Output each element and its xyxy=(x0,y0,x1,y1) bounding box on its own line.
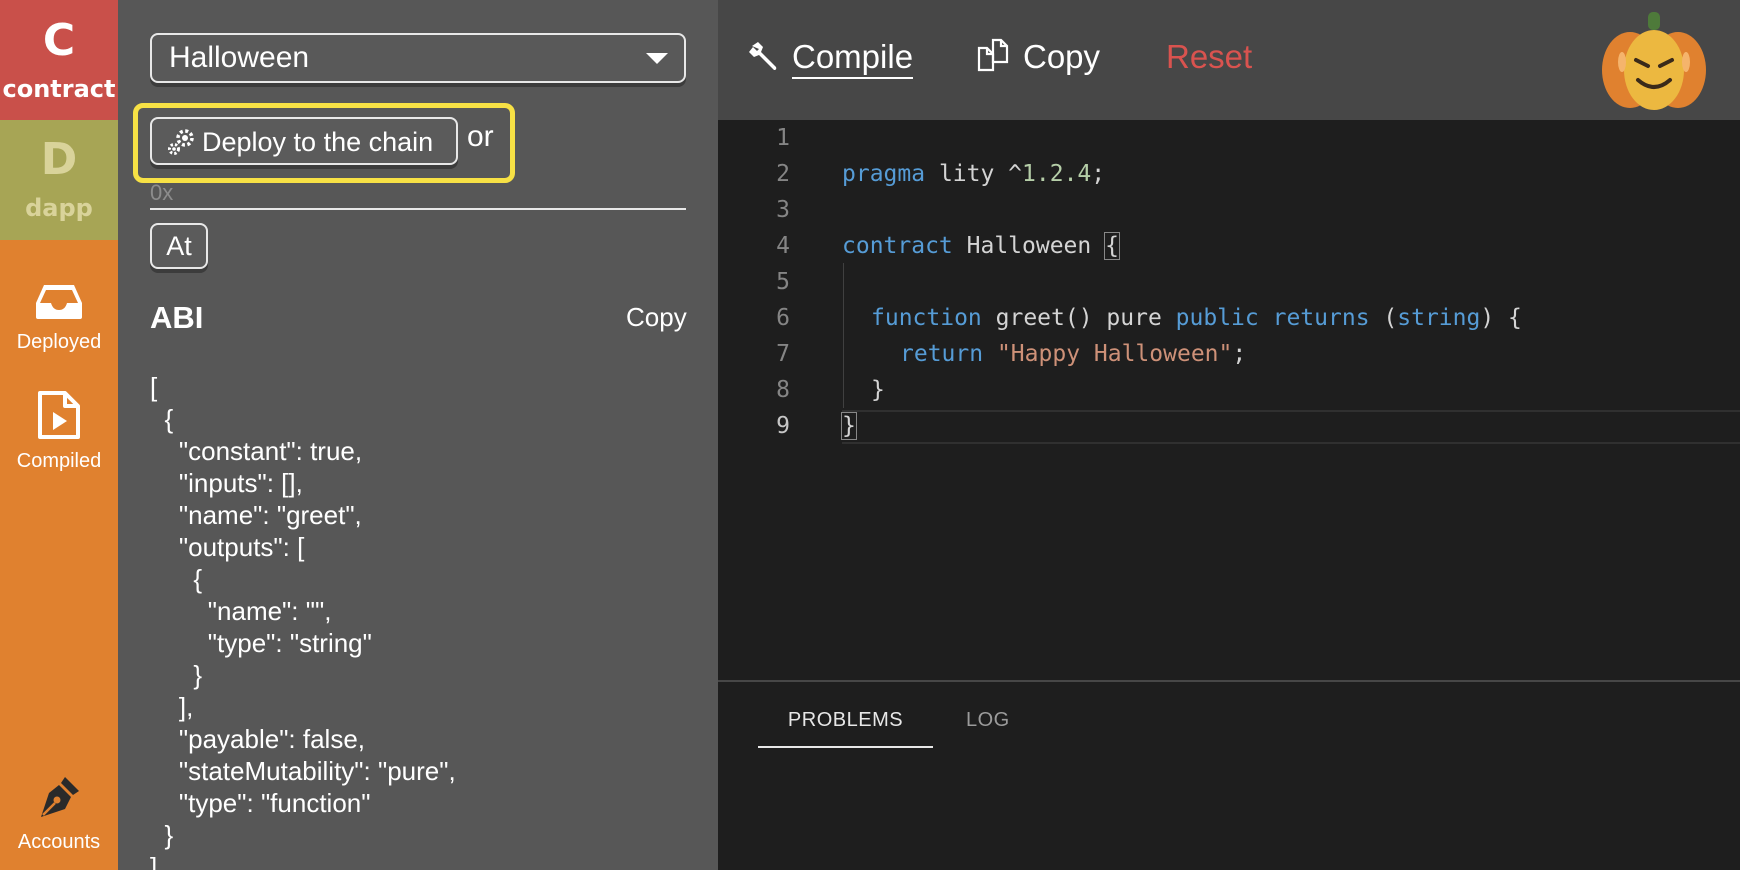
inbox-icon xyxy=(36,285,82,319)
token-string: "Happy Halloween" xyxy=(996,341,1233,367)
line-number: 9 xyxy=(776,413,790,439)
contract-select-value: Halloween xyxy=(169,41,310,74)
compile-button[interactable]: Compile xyxy=(748,38,914,79)
pen-nib-icon xyxy=(41,777,79,817)
code-line: 9 } xyxy=(718,408,1740,444)
tab-log[interactable]: LOG xyxy=(966,709,1010,732)
code-text: contract Halloween { xyxy=(842,228,1120,264)
code-editor[interactable]: 1 2 pragma lity ^1.2.4; 3 4 contract Hal… xyxy=(718,120,1740,680)
code-text: } xyxy=(841,408,857,444)
code-text: } xyxy=(871,377,885,403)
copy-button[interactable]: Copy xyxy=(977,38,1100,76)
token-bracket: } xyxy=(841,412,857,440)
copy-label: Copy xyxy=(1023,38,1101,75)
abi-title: ABI xyxy=(150,300,204,335)
code-line: 4 contract Halloween { xyxy=(718,228,1740,264)
pumpkin-logo xyxy=(1602,12,1706,110)
dapp-label: dapp xyxy=(25,194,93,222)
deployed-label: Deployed xyxy=(16,331,102,353)
token-number: 1.2.4 xyxy=(1022,161,1092,187)
token-bracket: { xyxy=(1104,232,1120,260)
line-number: 7 xyxy=(776,341,790,367)
token-text: lity ^ xyxy=(925,161,1023,187)
compile-label: Compile xyxy=(792,38,914,79)
play-file-icon xyxy=(38,391,80,439)
code-line: 2 pragma lity ^1.2.4; xyxy=(718,156,1740,192)
token-keyword: returns xyxy=(1272,305,1370,331)
wrench-icon xyxy=(749,42,777,70)
editor-toolbar: Compile Copy Reset xyxy=(718,0,1740,120)
code-line: 6 function greet() pure public returns (… xyxy=(718,300,1740,336)
token-text: ) { xyxy=(1480,305,1522,331)
token-text: Halloween xyxy=(952,233,1106,259)
copy-icon xyxy=(977,38,1009,72)
code-line: 8 } xyxy=(718,372,1740,408)
chevron-down-icon xyxy=(646,53,668,64)
token-keyword: public xyxy=(1175,305,1259,331)
nav-dapp[interactable]: D dapp xyxy=(0,120,118,240)
contract-select[interactable]: Halloween xyxy=(150,33,686,83)
accounts-label: Accounts xyxy=(17,831,101,853)
or-text: or xyxy=(467,120,494,153)
token-keyword: string xyxy=(1397,305,1481,331)
dapp-letter: D xyxy=(40,134,78,185)
gears-icon xyxy=(168,129,194,155)
code-line: 3 xyxy=(718,192,1740,228)
address-input[interactable] xyxy=(150,178,686,210)
line-number: 3 xyxy=(776,197,790,223)
compiled-label: Compiled xyxy=(16,450,102,472)
nav-accounts[interactable]: Accounts xyxy=(0,773,118,854)
code-text: pragma lity ^1.2.4; xyxy=(842,156,1105,192)
token-text: ; xyxy=(1091,161,1106,187)
code-text: function greet() pure public returns (st… xyxy=(871,300,1522,336)
bottom-panel: PROBLEMS LOG xyxy=(718,680,1740,870)
code-line: 7 return "Happy Halloween"; xyxy=(718,336,1740,372)
code-line: 5 xyxy=(718,264,1740,300)
abi-json: [ { "constant": true, "inputs": [], "nam… xyxy=(150,372,456,870)
token-keyword: pragma xyxy=(842,161,926,187)
line-number: 6 xyxy=(776,305,790,331)
left-rail: C contract D dapp Deployed Compiled Acco… xyxy=(0,0,118,870)
line-number: 1 xyxy=(776,125,790,151)
code-line: 1 xyxy=(718,120,1740,156)
deploy-button[interactable]: Deploy to the chain xyxy=(150,117,458,165)
deploy-button-label: Deploy to the chain xyxy=(202,127,434,157)
token-keyword: contract xyxy=(842,233,953,259)
line-number: 2 xyxy=(776,161,790,187)
abi-copy-button[interactable]: Copy xyxy=(626,302,687,333)
contract-letter: C xyxy=(42,15,76,66)
tab-problems[interactable]: PROBLEMS xyxy=(758,709,933,748)
at-button[interactable]: At xyxy=(150,223,208,269)
nav-compiled[interactable]: Compiled xyxy=(0,390,118,473)
nav-contract[interactable]: C contract xyxy=(0,0,118,120)
reset-button[interactable]: Reset xyxy=(1166,38,1252,76)
line-number: 5 xyxy=(776,269,790,295)
code-text: return "Happy Halloween"; xyxy=(900,336,1246,372)
line-number: 4 xyxy=(776,233,790,259)
token-keyword: function xyxy=(871,305,982,331)
line-number: 8 xyxy=(776,377,790,403)
contract-label: contract xyxy=(2,75,116,103)
nav-deployed[interactable]: Deployed xyxy=(0,283,118,354)
token-keyword: return xyxy=(900,341,984,367)
token-text: greet() pure xyxy=(981,305,1176,331)
token-text: ( xyxy=(1369,305,1398,331)
contract-panel: Halloween Deploy to the chain or At ABI … xyxy=(118,0,718,870)
token-text: ; xyxy=(1232,341,1247,367)
